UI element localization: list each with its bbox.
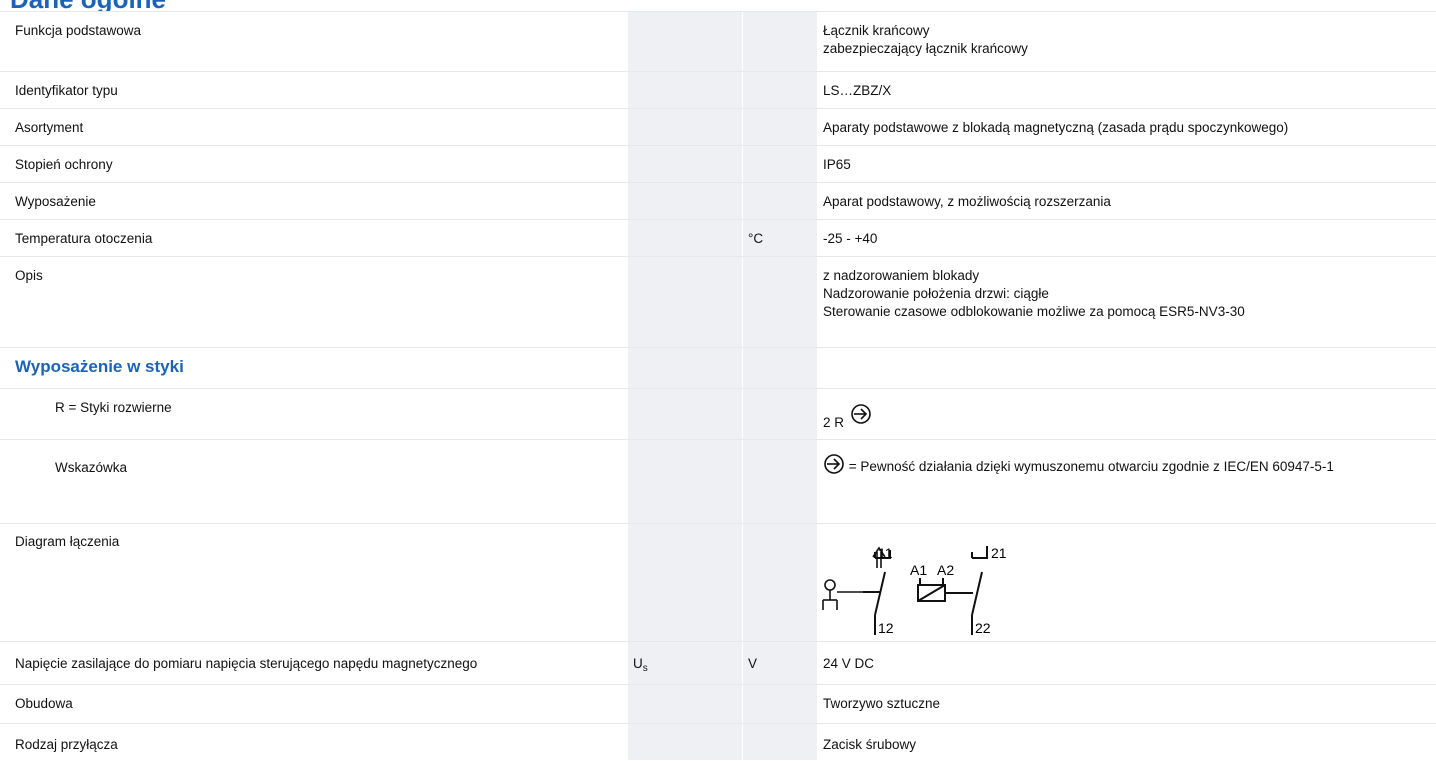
row-label: Rodzaj przyłącza (15, 737, 118, 752)
terminal-label: 12 (878, 620, 894, 635)
row-label: R = Styki rozwierne (55, 400, 172, 415)
positive-opening-icon (850, 404, 871, 424)
row-label: Opis (15, 268, 43, 283)
row-value: 24 V DC (823, 656, 875, 671)
row-value: Zacisk śrubowy (823, 737, 917, 752)
spec-row-wiring-diagram: Diagram łączenia 11 12 A1 A2 21 22 (0, 523, 1436, 641)
row-label: Stopień ochrony (15, 157, 113, 172)
terminal-label: A2 (937, 562, 954, 578)
terminal-label: 21 (991, 545, 1007, 561)
row-unit: °C (748, 231, 764, 246)
spec-row-housing: Obudowa Tworzywo sztuczne (0, 684, 1436, 723)
spec-row-connection-type: Rodzaj przyłącza Zacisk śrubowy (0, 723, 1436, 761)
spec-row-type-identifier: Identyfikator typu LS…ZBZ/X (0, 71, 1436, 108)
row-label: Temperatura otoczenia (15, 231, 153, 246)
value-line: Nadzorowanie położenia drzwi: ciągłe (823, 286, 1049, 301)
actuator-key-icon (822, 579, 863, 610)
spec-row-protection-degree: Stopień ochrony IP65 (0, 145, 1436, 182)
row-label: Funkcja podstawowa (15, 23, 142, 38)
row-label: Diagram łączenia (15, 534, 120, 549)
row-value: Łącznik krańcowy zabezpieczający łącznik… (823, 22, 1428, 58)
section-title: Wyposażenie w styki (15, 357, 184, 376)
row-value: Tworzywo sztuczne (823, 696, 941, 711)
row-value: = Pewność działania dzięki wymuszonemu o… (823, 453, 1383, 476)
page-title: Dane ogólne (10, 0, 166, 11)
spec-row-nc-contacts: R = Styki rozwierne 2 R (0, 388, 1436, 439)
value-line: zabezpieczający łącznik krańcowy (823, 41, 1028, 56)
row-unit: V (748, 656, 758, 671)
row-symbol: Us (633, 655, 648, 678)
spec-row-equipment: Wyposażenie Aparat podstawowy, z możliwo… (0, 182, 1436, 219)
spec-row-description: Opis z nadzorowaniem blokady Nadzorowani… (0, 256, 1436, 347)
wiring-diagram: 11 12 A1 A2 21 22 (822, 545, 1007, 635)
row-value: Aparaty podstawowe z blokadą magnetyczną… (823, 120, 1289, 135)
row-value: -25 - +40 (823, 231, 878, 246)
row-label: Obudowa (15, 696, 73, 711)
coil-icon (917, 578, 973, 602)
spec-row-assortment: Asortyment Aparaty podstawowe z blokadą … (0, 108, 1436, 145)
terminal-label: A1 (910, 562, 927, 578)
row-label: Wskazówka (55, 460, 128, 475)
note-text: = Pewność działania dzięki wymuszonemu o… (848, 459, 1334, 474)
nc-count: 2 R (823, 415, 845, 430)
terminal-label: 11 (878, 545, 893, 561)
row-label: Asortyment (15, 120, 84, 135)
row-value: 2 R (823, 403, 1428, 430)
terminal-label: 22 (975, 620, 991, 635)
value-line: Łącznik krańcowy (823, 23, 930, 38)
row-value: IP65 (823, 157, 851, 172)
row-value: LS…ZBZ/X (823, 83, 892, 98)
value-line: Sterowanie czasowe odblokowanie możliwe … (823, 304, 1245, 319)
positive-opening-icon (824, 454, 844, 474)
spec-row-note: Wskazówka = Pewność działania dzięki wym… (0, 439, 1436, 523)
symbol-main: U (633, 656, 643, 671)
symbol-subscript: s (642, 663, 648, 674)
row-value: z nadzorowaniem blokady Nadzorowanie poł… (823, 267, 1428, 321)
spec-row-basic-function: Funkcja podstawowa Łącznik krańcowy zabe… (0, 11, 1436, 71)
row-label: Napięcie zasilające do pomiaru napięcia … (15, 656, 478, 671)
row-label: Wyposażenie (15, 194, 96, 209)
row-label: Identyfikator typu (15, 83, 118, 98)
row-value: Aparat podstawowy, z możliwością rozszer… (823, 194, 1111, 209)
spec-row-supply-voltage: Napięcie zasilające do pomiaru napięcia … (0, 641, 1436, 684)
spec-row-ambient-temperature: Temperatura otoczenia °C -25 - +40 (0, 219, 1436, 256)
value-line: z nadzorowaniem blokady (823, 268, 980, 283)
page-title-strip: Dane ogólne (0, 0, 1436, 11)
section-row-contacts: Wyposażenie w styki (0, 347, 1436, 388)
